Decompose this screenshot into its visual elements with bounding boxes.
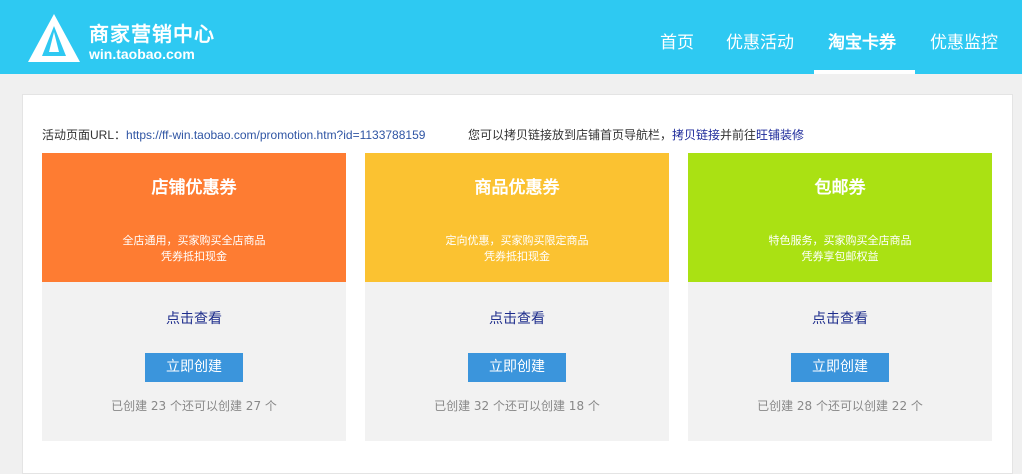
card-description: 定向优惠，买家购买限定商品 凭券抵扣现金	[365, 233, 669, 265]
coupon-card-item: 商品优惠券 定向优惠，买家购买限定商品 凭券抵扣现金 点击查看 立即创建 已创建…	[365, 153, 669, 441]
created-count: 已创建 23 个还可以创建 27 个	[111, 399, 277, 413]
card-desc-line: 全店通用，买家购买全店商品	[122, 234, 266, 247]
nav-home[interactable]: 首页	[660, 32, 694, 54]
header-bar: 商家营销中心 win.taobao.com 首页 优惠活动 淘宝卡券 优惠监控	[0, 0, 1022, 74]
coupon-card-free-shipping: 包邮券 特色服务，买家购买全店商品 凭券享包邮权益 点击查看 立即创建 已创建 …	[688, 153, 992, 441]
card-header: 包邮券 特色服务，买家购买全店商品 凭券享包邮权益	[688, 153, 992, 282]
card-desc-line: 凭券抵扣现金	[161, 250, 227, 263]
view-link[interactable]: 点击查看	[42, 310, 346, 328]
card-desc-line: 特色服务，买家购买全店商品	[768, 234, 912, 247]
brand-url: win.taobao.com	[89, 46, 195, 62]
create-button[interactable]: 立即创建	[145, 353, 243, 382]
shop-decorate-link[interactable]: 旺铺装修	[756, 128, 804, 142]
card-title: 包邮券	[814, 178, 866, 198]
create-button[interactable]: 立即创建	[791, 353, 889, 382]
view-link[interactable]: 点击查看	[365, 310, 669, 328]
card-desc-line: 凭券抵扣现金	[484, 250, 550, 263]
card-header: 商品优惠券 定向优惠，买家购买限定商品 凭券抵扣现金	[365, 153, 669, 282]
taobao-triangle-logo-icon[interactable]	[26, 12, 82, 64]
create-button[interactable]: 立即创建	[468, 353, 566, 382]
created-count: 已创建 28 个还可以创建 22 个	[757, 399, 923, 413]
card-title: 商品优惠券	[474, 178, 560, 198]
tip-prefix: 您可以拷贝链接放到店铺首页导航栏，	[468, 128, 673, 142]
card-description: 特色服务，买家购买全店商品 凭券享包邮权益	[688, 233, 992, 265]
brand-title: 商家营销中心	[89, 22, 215, 46]
copy-link-link[interactable]: 拷贝链接	[672, 128, 720, 142]
activity-url-label: 活动页面URL：	[42, 128, 127, 142]
coupon-card-shop: 店铺优惠券 全店通用，买家购买全店商品 凭券抵扣现金 点击查看 立即创建 已创建…	[42, 153, 346, 441]
view-link[interactable]: 点击查看	[688, 310, 992, 328]
card-title: 店铺优惠券	[151, 178, 237, 198]
tip-middle: 并前往	[720, 128, 757, 142]
copy-link-tip: 您可以拷贝链接放到店铺首页导航栏，拷贝链接并前往旺铺装修	[468, 128, 804, 142]
nav-taobao-coupons[interactable]: 淘宝卡券	[828, 32, 896, 54]
created-count: 已创建 32 个还可以创建 18 个	[434, 399, 600, 413]
card-description: 全店通用，买家购买全店商品 凭券抵扣现金	[42, 233, 346, 265]
activity-url-line: 活动页面URL：https://ff-win.taobao.com/promot…	[42, 128, 425, 142]
card-header: 店铺优惠券 全店通用，买家购买全店商品 凭券抵扣现金	[42, 153, 346, 282]
card-desc-line: 定向优惠，买家购买限定商品	[445, 234, 589, 247]
nav-promotions[interactable]: 优惠活动	[726, 32, 794, 54]
nav-monitoring[interactable]: 优惠监控	[930, 32, 998, 54]
activity-url-link[interactable]: https://ff-win.taobao.com/promotion.htm?…	[126, 128, 425, 142]
nav-active-indicator	[814, 70, 915, 74]
card-desc-line: 凭券享包邮权益	[801, 250, 879, 263]
